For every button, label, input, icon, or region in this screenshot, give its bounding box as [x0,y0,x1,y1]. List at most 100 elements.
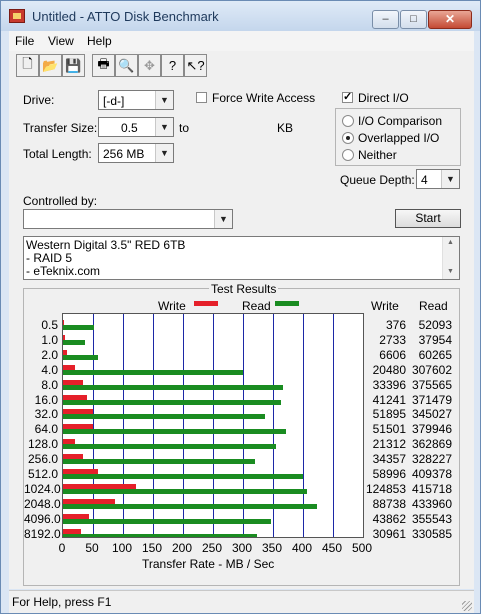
controlled-by-select[interactable]: ▼ [23,209,233,229]
print-icon[interactable]: 🖶 [92,54,115,77]
queue-depth-select[interactable]: 4 ▼ [416,169,460,189]
maximize-button[interactable]: □ [400,10,427,29]
gridline [333,314,334,537]
y-tick-label: 8192.0 [24,526,61,541]
overlapped-io-radio[interactable] [342,132,354,144]
write-value: 2733 [379,332,406,347]
resize-grip-icon[interactable] [462,601,472,611]
toolbar: 🗋 📂 💾 🖶 🔍 ✥ ? ↖? [9,51,474,82]
chevron-down-icon[interactable]: ▼ [441,170,459,188]
write-value: 33396 [372,377,406,392]
menu-file[interactable]: File [15,34,34,48]
total-length-select[interactable]: 256 MB ▼ [98,143,174,163]
menu-bar: File View Help [9,31,474,51]
y-tick-label: 4096.0 [24,511,61,526]
transfer-size-from-select[interactable]: 0.5 ▼ [98,117,174,137]
print-preview-icon[interactable]: 🔍 [115,54,138,77]
neither-radio[interactable] [342,149,354,161]
y-tick-label: 2048.0 [24,496,61,511]
legend-read-label: Read [242,299,271,313]
force-write-checkbox[interactable] [196,92,207,103]
scroll-down-icon[interactable]: ▼ [447,268,454,275]
y-tick-label: 1024.0 [24,481,61,496]
move-icon[interactable]: ✥ [138,54,161,77]
write-value: 51895 [372,407,406,422]
drive-select[interactable]: [-d-] ▼ [98,90,174,110]
io-comparison-radio[interactable] [342,115,354,127]
chevron-down-icon[interactable]: ▼ [214,210,232,228]
read-value: 330585 [411,526,452,541]
x-tick-label: 50 [85,541,99,555]
read-value: 345027 [411,407,452,422]
context-help-icon[interactable]: ↖? [184,54,207,77]
y-tick-label: 256.0 [27,452,58,467]
x-tick-label: 450 [321,541,343,555]
app-icon [9,9,25,23]
overlapped-io-label: Overlapped I/O [358,131,440,145]
save-icon[interactable]: 💾 [62,54,85,77]
y-tick-label: 8.0 [41,377,58,392]
test-results-title: Test Results [209,282,279,296]
y-tick-label: 4.0 [41,362,58,377]
start-button[interactable]: Start [395,209,461,228]
description-scrollbar[interactable]: ▲ ▼ [442,237,459,279]
x-tick-label: 300 [231,541,253,555]
read-bar [63,339,86,345]
write-value: 124853 [365,481,406,496]
read-value: 307602 [411,362,452,377]
open-icon[interactable]: 📂 [39,54,62,77]
io-comparison-label: I/O Comparison [358,114,443,128]
read-value: 60265 [418,347,452,362]
direct-io-checkbox[interactable]: ✓ [342,92,353,103]
y-tick-label: 16.0 [34,392,58,407]
read-value: 52093 [418,318,452,332]
chevron-down-icon[interactable]: ▼ [155,118,173,136]
write-value: 58996 [372,467,406,481]
to-label: to [179,121,190,135]
read-value: 355543 [411,511,452,526]
y-tick-label: 64.0 [34,422,58,437]
write-value: 30961 [372,526,406,541]
y-tick-label: 512.0 [27,467,58,481]
help-icon[interactable]: ? [161,54,184,77]
new-icon[interactable]: 🗋 [16,54,39,77]
read-bar [63,503,318,509]
minimize-button[interactable]: – [372,10,399,29]
x-tick-label: 100 [111,541,133,555]
menu-view[interactable]: View [48,34,74,48]
y-tick-label: 0.5 [41,318,58,332]
write-value: 43862 [372,511,406,526]
menu-help[interactable]: Help [87,34,112,48]
io-mode-group: I/O Comparison Overlapped I/O Neither [335,108,461,166]
app-window: Untitled - ATTO Disk Benchmark – □ ✕ Fil… [0,0,481,614]
legend-write-label: Write [158,299,186,313]
x-tick-label: 250 [201,541,223,555]
y-tick-label: 2.0 [41,347,58,362]
chevron-down-icon[interactable]: ▼ [155,144,173,162]
legend-write-swatch [194,301,218,306]
drive-label: Drive: [23,93,55,107]
scroll-up-icon[interactable]: ▲ [447,239,454,246]
write-value: 41241 [372,392,406,407]
x-axis-title: Transfer Rate - MB / Sec [142,557,275,571]
read-value: 37954 [418,332,452,347]
window-title: Untitled - ATTO Disk Benchmark [32,9,219,24]
title-bar[interactable]: Untitled - ATTO Disk Benchmark – □ ✕ [1,1,480,31]
read-bar [63,518,272,524]
read-bar [63,488,307,494]
description-textarea[interactable]: Western Digital 3.5" RED 6TB - RAID 5 - … [23,236,460,280]
queue-depth-label: Queue Depth: [340,173,415,187]
x-tick-label: 400 [291,541,313,555]
write-value: 20480 [372,362,406,377]
y-tick-label: 128.0 [27,437,58,452]
write-value: 88738 [372,496,406,511]
read-bar [63,369,244,375]
read-bar [63,444,276,450]
read-bar [63,384,284,390]
chevron-down-icon[interactable]: ▼ [155,91,173,109]
read-value: 328227 [411,452,452,467]
write-value: 34357 [372,452,406,467]
status-text: For Help, press F1 [12,595,112,609]
close-button[interactable]: ✕ [428,10,472,29]
test-results-group: Test Results Write Read Write Read 0.5 1.… [23,282,460,586]
